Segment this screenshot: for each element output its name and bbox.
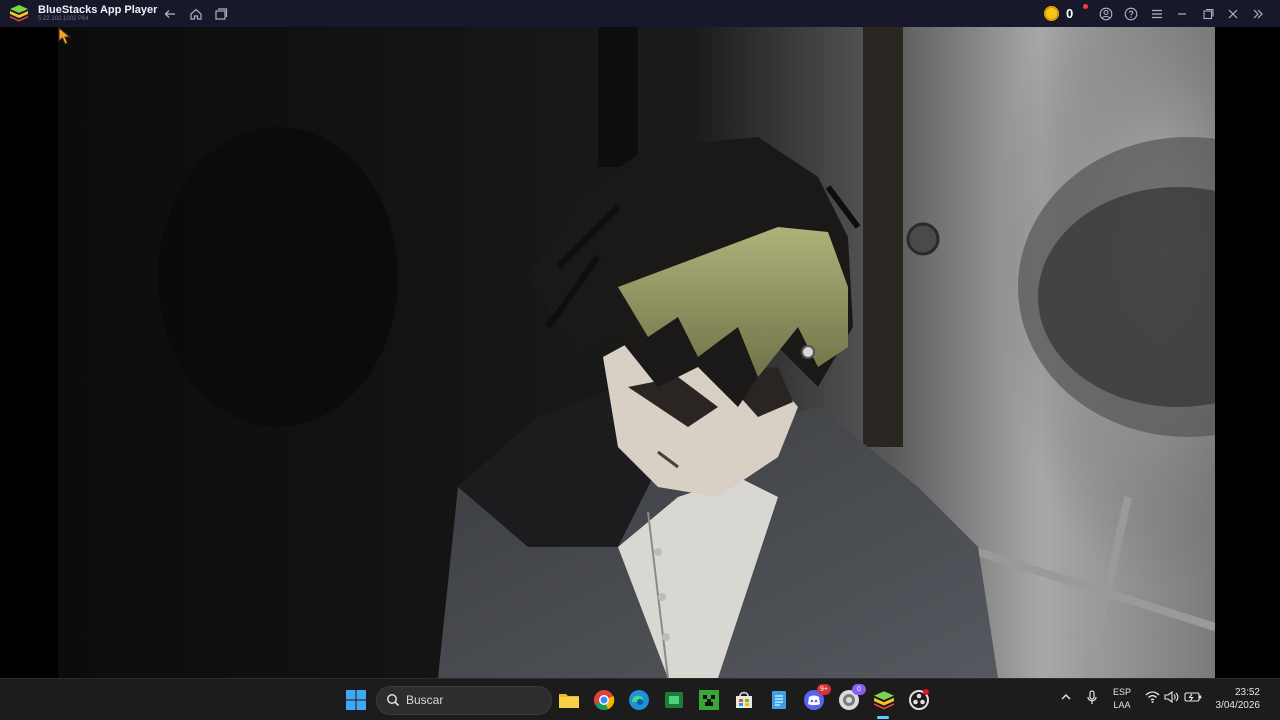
show-hidden-icons-chevron-icon[interactable] — [1060, 690, 1072, 708]
close-icon[interactable] — [1223, 4, 1243, 23]
notepad-icon[interactable] — [767, 688, 791, 712]
scene-illustration — [158, 27, 1215, 678]
search-icon — [387, 694, 400, 707]
steam-icon[interactable]: 0 — [837, 684, 866, 712]
emulator-viewport[interactable] — [0, 27, 1280, 678]
sidebar-toggle-icon[interactable] — [1248, 4, 1268, 23]
steam-badge: 0 — [852, 684, 866, 695]
keyboard-layout: LAA — [1113, 700, 1131, 710]
windows-taskbar: Buscar 9+ 0 ESP LAA 23:52 3/04/2026 — [0, 678, 1280, 720]
notification-dot — [1083, 4, 1088, 9]
minimize-icon[interactable] — [1172, 4, 1192, 23]
file-explorer-icon[interactable] — [557, 688, 581, 712]
discord-icon[interactable]: 9+ — [802, 684, 831, 712]
edge-icon[interactable] — [627, 688, 651, 712]
help-icon[interactable] — [1121, 4, 1141, 23]
discord-badge: 9+ — [817, 684, 831, 695]
app-version: 5.22.102.1002 P64 — [38, 16, 89, 22]
clock-time: 23:52 — [1234, 687, 1260, 698]
mouse-cursor-icon — [58, 27, 72, 45]
input-language-indicator[interactable]: ESP LAA — [1113, 686, 1131, 712]
home-icon[interactable] — [186, 4, 206, 23]
obs-icon[interactable] — [907, 688, 931, 712]
bluestacks-title-bar: BlueStacks App Player 5.22.102.1002 P64 … — [0, 0, 1280, 27]
menu-icon[interactable] — [1147, 4, 1167, 23]
coin-count: 0 — [1066, 6, 1074, 21]
store-icon[interactable] — [732, 688, 756, 712]
back-icon[interactable] — [160, 4, 180, 23]
battery-icon[interactable] — [1184, 690, 1202, 709]
windows-start-icon[interactable] — [345, 689, 367, 711]
anime-video-frame[interactable] — [58, 27, 1215, 678]
multi-instance-icon[interactable] — [211, 4, 231, 23]
clock-date: 3/04/2026 — [1215, 700, 1261, 711]
wifi-icon[interactable] — [1145, 690, 1160, 709]
volume-icon[interactable] — [1164, 690, 1179, 709]
search-placeholder: Buscar — [406, 693, 444, 707]
bluestacks-logo-icon — [10, 5, 28, 22]
language-code: ESP — [1113, 687, 1132, 697]
system-clock[interactable]: 23:52 3/04/2026 — [1205, 686, 1261, 712]
spotify-app-icon[interactable] — [662, 688, 686, 712]
app-title: BlueStacks App Player — [38, 4, 158, 16]
bluestacks-icon[interactable] — [872, 688, 896, 712]
minecraft-icon[interactable] — [697, 688, 721, 712]
taskbar-search-box[interactable]: Buscar — [376, 686, 552, 715]
coin-icon[interactable] — [1044, 6, 1059, 21]
microphone-icon[interactable] — [1086, 690, 1098, 711]
maximize-icon[interactable] — [1198, 4, 1218, 23]
active-app-indicator — [877, 716, 889, 719]
chrome-icon[interactable] — [592, 688, 616, 712]
account-icon[interactable] — [1096, 4, 1116, 23]
